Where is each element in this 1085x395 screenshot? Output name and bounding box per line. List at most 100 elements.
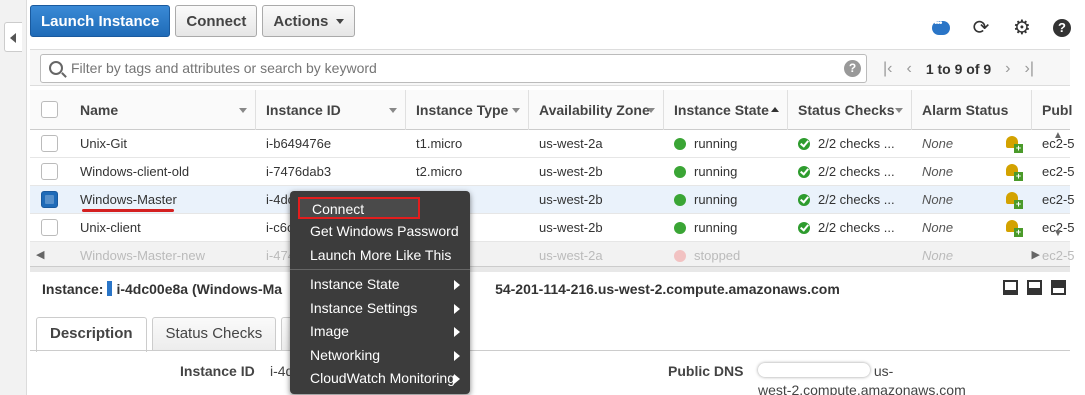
column-alarm-status[interactable]: Alarm Status (912, 90, 1032, 130)
refresh-icon[interactable]: ⟳ (971, 18, 991, 38)
cell-instance-id: i-4dc (266, 192, 295, 207)
column-instance-type[interactable]: Instance Type (406, 90, 529, 130)
toolbar: Launch Instance Connect Actions (30, 5, 356, 38)
row-checkbox[interactable] (41, 219, 58, 236)
checks-label: 2/2 checks ... (818, 192, 895, 207)
cell-alarm: None (922, 136, 954, 151)
connect-button[interactable]: Connect (175, 5, 258, 37)
menu-item-instance-state[interactable]: Instance State (290, 272, 470, 296)
cell-instance-id: i-b649476e (266, 136, 332, 151)
chevron-down-icon (336, 18, 345, 24)
column-availability-zone[interactable]: Availability Zone (529, 90, 664, 130)
create-alarm-icon[interactable]: + (1006, 192, 1023, 209)
pane-size-controls (1003, 280, 1066, 295)
cell-instance-type: t1.micro (416, 136, 463, 151)
row-checkbox-checked[interactable] (41, 191, 58, 208)
menu-separator (290, 269, 470, 270)
column-label: Publ (1042, 102, 1073, 118)
column-status-checks[interactable]: Status Checks (788, 90, 912, 130)
table-row[interactable]: Unix-Git i-b649476e t1.micro us-west-2a … (30, 130, 1075, 158)
feedback-icon[interactable] (932, 18, 950, 35)
table-row-selected[interactable]: Windows-Master i-4dc us-west-2b running … (30, 186, 1075, 214)
check-icon (798, 138, 810, 150)
cell-instance-type: t2.micro (416, 164, 463, 179)
collapse-sidebar-icon[interactable] (4, 22, 22, 52)
running-status-icon (674, 166, 686, 178)
pane-maximize-icon[interactable] (1051, 280, 1066, 295)
create-alarm-icon[interactable]: + (1006, 220, 1023, 237)
menu-item-networking[interactable]: Networking (290, 343, 470, 367)
cell-zone: us-west-2b (539, 220, 603, 235)
menu-item-get-windows-password[interactable]: Get Windows Password (290, 219, 470, 243)
scroll-down-icon[interactable]: ▼ (1053, 228, 1063, 239)
scroll-up-icon[interactable]: ▲ (1053, 130, 1063, 141)
cell-instance-id: i-c6c (266, 220, 294, 235)
search-input[interactable] (71, 60, 831, 76)
column-label: Instance Type (416, 102, 509, 118)
menu-label: Instance State (310, 276, 400, 292)
column-label: Name (80, 102, 119, 118)
menu-item-cloudwatch[interactable]: CloudWatch Monitoring (290, 366, 470, 390)
checks-label: 2/2 checks ... (818, 136, 895, 151)
column-name[interactable]: Name (70, 90, 256, 130)
running-status-icon (674, 222, 686, 234)
search-box[interactable]: ? (40, 54, 867, 83)
row-checkbox[interactable] (41, 163, 58, 180)
top-icons: ⟳ ⚙ ? (932, 18, 1071, 38)
menu-item-image[interactable]: Image (290, 319, 470, 343)
select-all-checkbox[interactable] (41, 101, 58, 118)
first-page-icon[interactable]: |‹ (883, 60, 892, 78)
help-icon[interactable]: ? (1053, 19, 1071, 37)
menu-item-launch-more[interactable]: Launch More Like This (290, 243, 470, 267)
pane-half-icon[interactable] (1027, 280, 1042, 295)
sort-icon (239, 108, 247, 113)
instance-label: Instance: (42, 281, 104, 297)
column-instance-state[interactable]: Instance State (664, 90, 788, 130)
cell-state: running (664, 158, 737, 186)
table-row[interactable]: Unix-client i-c6c us-west-2b running 2/2… (30, 214, 1075, 242)
left-gutter (0, 0, 27, 395)
check-icon (798, 194, 810, 206)
check-icon (798, 166, 810, 178)
public-dns-value: us- (758, 363, 893, 379)
menu-item-connect[interactable]: Connect (298, 197, 420, 219)
column-public-dns[interactable]: Publ (1032, 90, 1073, 130)
tab-description[interactable]: Description (36, 317, 147, 352)
sort-ascending-icon (771, 107, 779, 112)
prev-page-icon[interactable]: ‹ (906, 60, 911, 78)
create-alarm-icon[interactable]: + (1006, 136, 1023, 153)
cell-state: running (664, 130, 737, 158)
cell-state: running (664, 186, 737, 214)
menu-label: Instance Settings (310, 300, 418, 316)
instances-table: Name Instance ID Instance Type Availabil… (30, 90, 1075, 270)
annotation-underline (82, 209, 174, 212)
state-label: running (694, 220, 738, 235)
tab-status-checks[interactable]: Status Checks (151, 317, 277, 351)
submenu-arrow-icon (454, 351, 460, 361)
details-tabs: Description Status Checks M (36, 317, 322, 352)
column-instance-id[interactable]: Instance ID (256, 90, 406, 130)
table-row[interactable]: Windows-client-old i-7476dab3 t2.micro u… (30, 158, 1075, 186)
cell-status-checks: 2/2 checks ... (788, 214, 895, 242)
menu-label: CloudWatch Monitoring (310, 370, 455, 386)
create-alarm-icon[interactable]: + (1006, 164, 1023, 181)
search-help-icon[interactable]: ? (844, 60, 861, 77)
pane-minimize-icon[interactable] (1003, 280, 1018, 295)
state-label: running (694, 136, 738, 151)
page-count: 1 to 9 of 9 (925, 61, 992, 77)
menu-label: Image (310, 323, 349, 339)
scroll-right-icon[interactable]: ▶ (1032, 248, 1040, 261)
horizontal-scrollbar[interactable]: ◀ ▶ (30, 246, 1070, 261)
gear-icon[interactable]: ⚙ (1012, 18, 1032, 38)
actions-button[interactable]: Actions (262, 5, 356, 37)
last-page-icon[interactable]: ›| (1025, 60, 1034, 78)
column-label: Status Checks (798, 102, 895, 118)
running-status-icon (674, 194, 686, 206)
next-page-icon[interactable]: › (1005, 60, 1010, 78)
scroll-left-icon[interactable]: ◀ (36, 248, 44, 261)
menu-item-instance-settings[interactable]: Instance Settings (290, 296, 470, 320)
launch-instance-button[interactable]: Launch Instance (30, 5, 171, 37)
row-checkbox[interactable] (41, 135, 58, 152)
tabs-divider (30, 350, 1070, 351)
vertical-scrollbar[interactable]: ▲ ▼ (1052, 130, 1066, 240)
